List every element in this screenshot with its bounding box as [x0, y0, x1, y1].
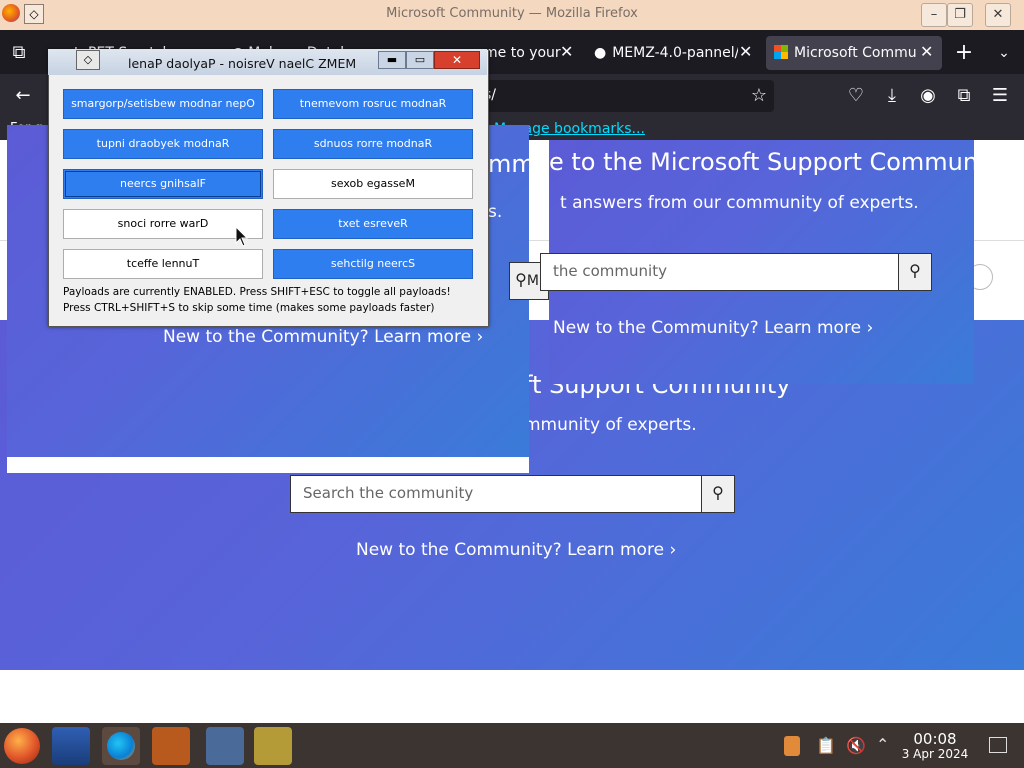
close-tab-icon[interactable]: ✕	[920, 42, 933, 61]
payload-button-flashing-screen[interactable]: neercs gnihsalF	[63, 169, 263, 199]
payload-button-reverse-text[interactable]: txet esreveR	[273, 209, 473, 239]
account-icon[interactable]: ◉	[915, 84, 941, 108]
search-icon: ⚲	[515, 270, 527, 289]
memz-taskbar-icon[interactable]	[206, 727, 244, 765]
memz-minimize-button[interactable]: ▬	[378, 51, 406, 69]
window-title: Microsoft Community — Mozilla Firefox	[386, 6, 638, 21]
close-tab-icon[interactable]: ✕	[560, 42, 573, 61]
glitch-search-button[interactable]: ⚲	[898, 253, 932, 291]
tab-label: me to your	[484, 45, 561, 61]
back-icon[interactable]: ←	[10, 84, 36, 108]
volume-muted-icon[interactable]: 🔇	[846, 736, 866, 755]
payload-button-draw-error-icons[interactable]: snoci rorre warD	[63, 209, 263, 239]
file-manager-icon[interactable]	[52, 727, 90, 765]
memz-title: lenaP daolyaP - noisreV naelC ZMEM	[128, 56, 357, 71]
glitch-subheading: s.	[488, 202, 503, 222]
tab-microsoft-community[interactable]: Microsoft Commu	[766, 36, 942, 70]
payload-button-message-boxes[interactable]: sexob egasseM	[273, 169, 473, 199]
glitch-learn-more-link[interactable]: New to the Community? Learn more ›	[553, 318, 873, 338]
tab-label: Microsoft Commu	[794, 45, 917, 61]
close-tab-icon[interactable]: ✕	[739, 42, 752, 61]
window-menu-icon[interactable]: ◇	[76, 50, 100, 70]
learn-more-text: New to the Community? Learn more	[163, 327, 472, 347]
chevron-right-icon: ›	[476, 327, 484, 347]
tray-expand-icon[interactable]: ⌃	[876, 735, 889, 754]
payload-button-keyboard-input[interactable]: tupni draobyek modnaR	[63, 129, 263, 159]
glitch-search-input[interactable]: the community	[540, 253, 900, 291]
tab-welcome[interactable]: me to your	[484, 36, 564, 70]
new-tab-icon[interactable]: +	[951, 41, 977, 65]
payload-button-open-websites[interactable]: smargorp/setisbew modnar nepO	[63, 89, 263, 119]
hero-subheading: mmunity of experts.	[524, 415, 697, 435]
chevron-right-icon: ›	[669, 540, 677, 560]
tray-app-icon[interactable]	[784, 736, 800, 756]
glitch-learn-more-link[interactable]: New to the Community? Learn more ›	[163, 327, 483, 347]
bookmark-star-icon[interactable]: ☆	[746, 84, 772, 108]
payload-status-text: Payloads are currently ENABLED. Press SH…	[63, 286, 451, 298]
glitch-white-strip	[7, 457, 529, 473]
firefox-icon	[2, 4, 20, 22]
clipboard-icon[interactable]: 📋	[816, 736, 836, 755]
pocket-icon[interactable]: ♡	[843, 84, 869, 108]
presentation-app-icon[interactable]	[152, 727, 190, 765]
payload-button-screen-glitches[interactable]: sehctilg neercS	[273, 249, 473, 279]
payload-button-cursor-movement[interactable]: tnemevom rosruc modnaR	[273, 89, 473, 119]
download-icon[interactable]: ⤓	[879, 84, 905, 108]
search-icon: ⚲	[909, 261, 921, 280]
payload-button-error-sounds[interactable]: sdnuos rorre modnaR	[273, 129, 473, 159]
firefox-taskbar-icon[interactable]	[102, 727, 140, 765]
extensions-icon[interactable]: ⧉	[951, 84, 977, 108]
show-desktop-icon[interactable]	[989, 737, 1007, 753]
tab-memz-pannel[interactable]: ● MEMZ-4.0-pannel/	[594, 36, 738, 70]
pin-icon[interactable]: ◇	[24, 4, 44, 24]
clock-date[interactable]: 3 Apr 2024	[897, 747, 973, 761]
memz-close-button[interactable]: ✕	[434, 51, 480, 69]
learn-more-link[interactable]: New to the Community? Learn more ›	[356, 540, 676, 560]
microsoft-logo-icon	[774, 45, 788, 59]
chevron-down-icon[interactable]: ⌄	[991, 41, 1017, 65]
tab-list-icon[interactable]: ⧉	[6, 41, 32, 65]
search-input[interactable]: Search the community	[290, 475, 702, 513]
mouse-cursor-icon	[235, 226, 249, 247]
payload-hint-text: Press CTRL+SHIFT+S to skip some time (ma…	[63, 302, 435, 314]
learn-more-text: New to the Community? Learn more	[356, 540, 665, 560]
glitch-subheading: t answers from our community of experts.	[560, 193, 919, 213]
memz-maximize-button[interactable]: ▭	[406, 51, 434, 69]
glitch-heading: e to the Microsoft Support Community	[549, 148, 1009, 176]
wine-icon[interactable]	[254, 727, 292, 765]
minimize-button[interactable]: –	[921, 3, 947, 27]
glitch-heading: mmu	[488, 150, 550, 178]
tab-label: MEMZ-4.0-pannel/	[612, 45, 738, 61]
learn-more-text: New to the Community? Learn more	[553, 318, 862, 338]
close-button[interactable]: ✕	[985, 3, 1011, 27]
search-icon: ⚲	[712, 483, 724, 502]
github-icon: ●	[594, 45, 607, 61]
maximize-button[interactable]: ❐	[947, 3, 973, 27]
chevron-right-icon: ›	[866, 318, 874, 338]
start-menu-icon[interactable]	[4, 728, 40, 764]
search-button[interactable]: ⚲	[701, 475, 735, 513]
clock-time[interactable]: 00:08	[905, 730, 965, 748]
menu-icon[interactable]: ☰	[987, 84, 1013, 108]
payload-button-tunnel-effect[interactable]: tceffe lennuT	[63, 249, 263, 279]
